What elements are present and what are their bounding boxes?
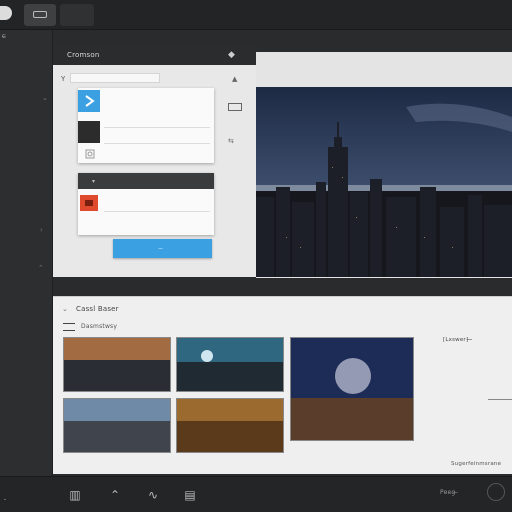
- collapse-icon[interactable]: ⌄: [62, 305, 68, 313]
- menu-icon[interactable]: [63, 323, 75, 331]
- arrow-icon[interactable]: [488, 399, 512, 400]
- divider: [104, 211, 210, 212]
- rectangle-icon[interactable]: [228, 103, 242, 111]
- city-skyline-image: [256, 87, 512, 277]
- featured-thumbnail-image[interactable]: [290, 337, 414, 441]
- thumbnail-image[interactable]: [176, 398, 284, 453]
- window-icon: [33, 11, 47, 18]
- chevron-icon[interactable]: ⌄: [42, 94, 48, 102]
- bottom-toolbar: ̶̶̶̶̶̶ ̶̶̶̶̶ ▥ ⌃ ∿ ▤ Peeg ̶̶̶̶̶: [0, 476, 512, 512]
- thumbnail-image[interactable]: [176, 337, 284, 392]
- red-swatch-icon[interactable]: [80, 195, 98, 211]
- info-title: [Lxswer] ̶̶̶̶̶ ̶̶̶̶̶̶: [443, 337, 473, 343]
- options-card: ̶̶̶̶̶̶̶̶̶̶̶̶̶̶̶ ̶̶̶̶̶̶̶̶̶̶̶̶ ̶̶̶̶̶̶̶̶̶̶̶…: [78, 88, 214, 163]
- layer-card: ▾ ̶̶̶̶̶̶̶̶̶̶ ̶̶̶̶̶̶̶̶̶̶̶̶̶̶̶̶ ̶̶̶̶̶̶̶̶̶̶…: [78, 173, 214, 235]
- search-label: Y: [61, 75, 66, 83]
- footer-label: ̶̶̶̶̶̶ ̶̶̶̶̶: [4, 497, 7, 503]
- profile-icon[interactable]: [487, 483, 505, 501]
- divider: [104, 127, 210, 128]
- up-arrow-icon[interactable]: ▲: [232, 75, 237, 83]
- layout-icon[interactable]: ▤: [182, 487, 198, 503]
- dark-swatch-icon[interactable]: [78, 121, 100, 143]
- page-label: Peeg ̶̶̶̶̶: [440, 489, 458, 496]
- diamond-icon[interactable]: ◆: [228, 50, 235, 60]
- search-input[interactable]: [70, 73, 160, 83]
- thumbnail-image[interactable]: [63, 337, 171, 392]
- panel-title: Cromson: [67, 51, 100, 59]
- grid-icon[interactable]: ▥: [67, 487, 83, 503]
- window-tab-button[interactable]: [24, 4, 56, 26]
- blank-tab-button[interactable]: [60, 4, 94, 26]
- info-footer: Sugerfeinmsrane: [451, 461, 502, 467]
- toggle-button[interactable]: [0, 6, 12, 20]
- divider: [104, 143, 210, 144]
- gallery-subtitle: Dasmstwsy: [81, 323, 118, 330]
- sidebar: C̶̶̶̶̶̶̶ ̶̶̶̶̶̶̶̶ ⌄ ̶̶̶̶̶ ̶̶̶̶̶̶̶ ̶̶̶̶̶̶…: [0, 30, 53, 476]
- caret-icon[interactable]: ⌃: [38, 264, 44, 272]
- wave-icon[interactable]: ∿: [145, 487, 161, 503]
- gallery-panel: ⌄ Cassl Baser Dasmstwsy ̶̶̶̶̶̶̶̶̶̶̶̶̶̶̶̶…: [53, 296, 512, 474]
- sidebar-item[interactable]: C̶̶̶̶̶̶̶: [2, 34, 6, 40]
- apply-button[interactable]: ̶̶̶̶̶̶̶̶̶̶̶̶̶̶̶̶̶̶̶̶̶: [113, 239, 212, 258]
- swap-icon[interactable]: ⇆: [228, 137, 234, 145]
- play-icon[interactable]: [78, 90, 100, 112]
- panel-header: Cromson ◆: [53, 45, 258, 65]
- thumbnail-image[interactable]: [63, 398, 171, 453]
- chevron-icon[interactable]: ›: [40, 226, 43, 234]
- gallery-title: Cassl Baser: [76, 305, 119, 313]
- expand-icon[interactable]: ▾: [92, 178, 95, 185]
- top-toolbar: [0, 0, 512, 30]
- card-header: ▾ ̶̶̶̶̶̶̶̶̶̶: [78, 173, 214, 189]
- caret-up-icon[interactable]: ⌃: [107, 487, 123, 503]
- camera-icon[interactable]: [78, 143, 100, 165]
